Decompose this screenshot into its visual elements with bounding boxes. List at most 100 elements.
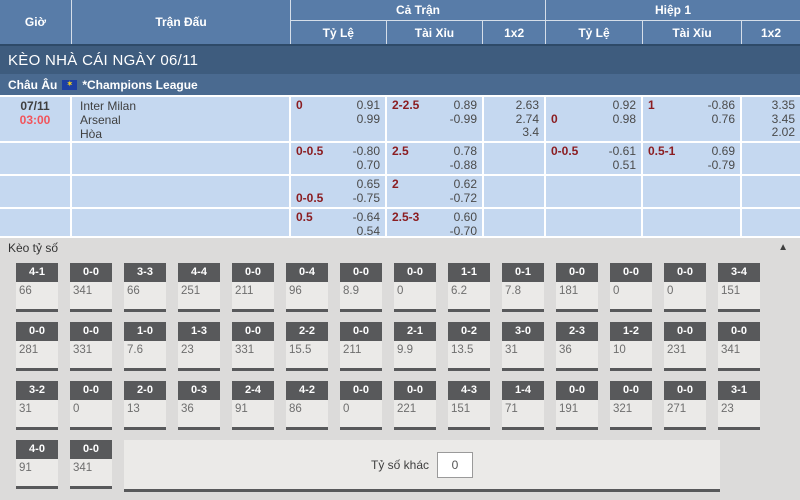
score-box[interactable]: 0-00	[664, 263, 706, 312]
odds-line: 20.62	[392, 178, 477, 192]
odds-line: 2-2.50.89	[392, 99, 477, 113]
score-label: 3-2	[16, 381, 58, 400]
score-box[interactable]: 0-0281	[16, 322, 58, 371]
handicap-label: 2	[392, 178, 399, 192]
odds-cell-h1-ou[interactable]: 1-0.860.76	[643, 97, 742, 141]
score-box[interactable]: 2-336	[556, 322, 598, 371]
score-box[interactable]: 0-0211	[232, 263, 274, 312]
score-box[interactable]: 0-0181	[556, 263, 598, 312]
odds-cell-h1-1x2[interactable]: 3.353.452.02	[742, 97, 800, 141]
odds-value: 0.69	[712, 145, 735, 159]
score-odds-value: 13	[124, 400, 166, 430]
score-box[interactable]: 0-00	[340, 381, 382, 430]
handicap-label: 0-0.5	[551, 145, 578, 159]
score-odds-value: 66	[124, 282, 166, 312]
score-box[interactable]: 0-0341	[70, 263, 112, 312]
score-box[interactable]: 0-336	[178, 381, 220, 430]
score-box[interactable]: 1-471	[502, 381, 544, 430]
column-header-h1-over-under: Tài Xỉu	[643, 21, 742, 44]
score-odds-value: 0	[340, 400, 382, 430]
odds-cell-ft-ou[interactable]: 20.62-0.72	[387, 176, 484, 207]
score-box[interactable]: 0-00	[610, 263, 652, 312]
odds-line: 0.5-10.69	[648, 145, 735, 159]
handicap-label: 2.5-3	[392, 211, 419, 225]
score-box[interactable]: 1-16.2	[448, 263, 490, 312]
score-box[interactable]: 3-4151	[718, 263, 760, 312]
score-box[interactable]: 0-00	[70, 381, 112, 430]
other-score-value-box[interactable]: 0	[437, 452, 473, 478]
score-box[interactable]: 0-0231	[664, 322, 706, 371]
score-row: 0-0281 0-0331 1-07.6 1-323 0-0331 2-215.5 0-02…	[16, 322, 800, 371]
score-box[interactable]: 0-496	[286, 263, 328, 312]
odds-line: 0-0.5-0.75	[296, 192, 380, 206]
odds-line: 2.74	[489, 113, 539, 127]
score-box[interactable]: 0-0271	[664, 381, 706, 430]
correct-score-header: Kèo tỷ số ▲	[0, 238, 800, 257]
score-box[interactable]: 3-031	[502, 322, 544, 371]
odds-value: 0.60	[454, 211, 477, 225]
odds-cell-h1-ou	[643, 209, 742, 236]
score-box[interactable]: 0-213.5	[448, 322, 490, 371]
score-box[interactable]: 0-08.9	[340, 263, 382, 312]
score-box[interactable]: 3-231	[16, 381, 58, 430]
handicap-label: 0.5	[296, 211, 313, 225]
chevron-up-icon[interactable]: ▲	[778, 242, 788, 253]
odds-cell-h1-ou	[643, 176, 742, 207]
score-box[interactable]: 0-0331	[70, 322, 112, 371]
odds-line: -0.79	[648, 159, 735, 173]
odds-cell-ft-hdp[interactable]: 00.910.99	[291, 97, 387, 141]
score-box[interactable]: 4-286	[286, 381, 328, 430]
score-box[interactable]: 0-0321	[610, 381, 652, 430]
odds-cell-h1-hdp[interactable]: 0.9200.98	[546, 97, 643, 141]
odds-line: 2.63	[489, 99, 539, 113]
score-box[interactable]: 4-091	[16, 440, 58, 492]
score-box[interactable]: 2-19.9	[394, 322, 436, 371]
odds-row: 0.5-0.640.542.5-30.60-0.70	[0, 209, 800, 236]
score-odds-value: 71	[502, 400, 544, 430]
score-box[interactable]: 0-0331	[232, 322, 274, 371]
odds-line: 2.02	[747, 126, 795, 140]
match-time-cell	[0, 176, 72, 207]
odds-cell-ft-1x2[interactable]: 2.632.743.4	[484, 97, 546, 141]
column-group-first-half: Hiệp 1 Tỷ Lệ Tài Xỉu 1x2	[546, 0, 800, 44]
correct-score-section: Kèo tỷ số ▲ 4-166 0-0341 3-366 4-4251 0-0211…	[0, 238, 800, 500]
score-box[interactable]: 1-210	[610, 322, 652, 371]
odds-value: 3.4	[522, 126, 539, 140]
score-odds-value: 23	[718, 400, 760, 430]
handicap-label: 0-0.5	[296, 145, 323, 159]
score-box[interactable]: 0-0341	[718, 322, 760, 371]
league-bar[interactable]: Châu Âu ✶ *Champions League	[0, 74, 800, 95]
score-label: 0-0	[232, 263, 274, 282]
score-box[interactable]: 3-123	[718, 381, 760, 430]
score-box[interactable]: 4-166	[16, 263, 58, 312]
score-box[interactable]: 4-3151	[448, 381, 490, 430]
odds-line: -0.99	[392, 113, 477, 127]
score-box[interactable]: 0-17.8	[502, 263, 544, 312]
odds-cell-ft-hdp[interactable]: 0.5-0.640.54	[291, 209, 387, 236]
score-box[interactable]: 0-00	[394, 263, 436, 312]
odds-cell-ft-ou[interactable]: 2.5-30.60-0.70	[387, 209, 484, 236]
score-label: 0-0	[664, 263, 706, 282]
odds-cell-ft-hdp[interactable]: 0.650-0.5-0.75	[291, 176, 387, 207]
odds-cell-ft-hdp[interactable]: 0-0.5-0.800.70	[291, 143, 387, 174]
score-box[interactable]: 2-491	[232, 381, 274, 430]
score-box[interactable]: 2-013	[124, 381, 166, 430]
odds-cell-ft-ou[interactable]: 2.50.78-0.88	[387, 143, 484, 174]
odds-cell-h1-hdp[interactable]: 0-0.5-0.610.51	[546, 143, 643, 174]
score-box[interactable]: 1-07.6	[124, 322, 166, 371]
odds-cell-ft-ou[interactable]: 2-2.50.89-0.99	[387, 97, 484, 141]
score-box[interactable]: 1-323	[178, 322, 220, 371]
score-box[interactable]: 0-0221	[394, 381, 436, 430]
match-teams-cell[interactable]: Inter MilanArsenalHòa	[72, 97, 291, 141]
score-box[interactable]: 2-215.5	[286, 322, 328, 371]
score-label: 0-1	[502, 263, 544, 282]
score-box[interactable]: 4-4251	[178, 263, 220, 312]
odds-cell-h1-ou[interactable]: 0.5-10.69-0.79	[643, 143, 742, 174]
day-banner: KÈO NHÀ CÁI NGÀY 06/11	[0, 44, 800, 74]
score-box[interactable]: 0-0341	[70, 440, 112, 492]
score-box[interactable]: 0-0191	[556, 381, 598, 430]
odds-cell-h1-1x2	[742, 209, 800, 236]
score-box[interactable]: 3-366	[124, 263, 166, 312]
score-box[interactable]: 0-0211	[340, 322, 382, 371]
odds-value: 2.02	[772, 126, 795, 140]
